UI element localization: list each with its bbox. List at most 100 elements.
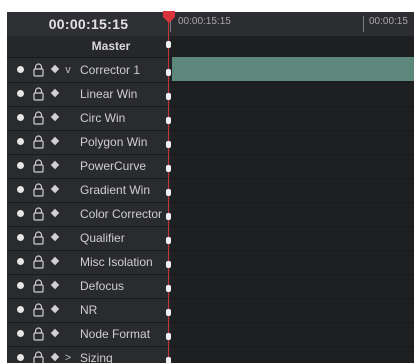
track-row[interactable]: NR — [7, 298, 170, 323]
keyframe-marker[interactable] — [166, 165, 171, 172]
enable-dot-icon[interactable] — [17, 186, 24, 193]
track-row[interactable]: Color Corrector — [7, 202, 170, 227]
keyframe-track-row[interactable] — [170, 298, 414, 323]
keyframe-marker[interactable] — [166, 41, 171, 48]
track-row[interactable]: Linear Win — [7, 82, 170, 107]
lock-icon[interactable] — [32, 279, 45, 293]
keyframe-track-row[interactable] — [170, 106, 414, 131]
lock-icon[interactable] — [32, 111, 45, 125]
keyframe-diamond-icon[interactable] — [50, 232, 60, 242]
lock-icon[interactable] — [32, 327, 45, 341]
expand-chevron-icon[interactable] — [63, 157, 73, 175]
current-timecode[interactable]: 00:00:15:15 — [7, 12, 170, 36]
enable-dot-icon[interactable] — [17, 306, 24, 313]
keyframe-marker[interactable] — [166, 117, 171, 124]
expand-chevron-icon[interactable] — [63, 181, 73, 199]
track-row[interactable]: v Corrector 1 — [7, 58, 170, 83]
track-label: Defocus — [80, 279, 125, 293]
track-label: Gradient Win — [80, 183, 151, 197]
keyframe-marker[interactable] — [166, 285, 171, 292]
keyframe-diamond-icon[interactable] — [50, 304, 60, 314]
track-row[interactable]: Misc Isolation — [7, 250, 170, 275]
lock-icon[interactable] — [32, 351, 45, 363]
expand-chevron-icon[interactable] — [63, 325, 73, 343]
ruler-tick — [363, 16, 364, 32]
keyframe-marker[interactable] — [166, 189, 171, 196]
expand-chevron-icon[interactable] — [63, 205, 73, 223]
enable-dot-icon[interactable] — [17, 138, 24, 145]
lock-icon[interactable] — [32, 183, 45, 197]
lock-icon[interactable] — [32, 87, 45, 101]
expand-chevron-icon[interactable] — [63, 133, 73, 151]
track-row[interactable]: Defocus — [7, 274, 170, 299]
keyframe-marker[interactable] — [166, 333, 171, 340]
enable-dot-icon[interactable] — [17, 114, 24, 121]
corrector-clip[interactable] — [172, 57, 414, 81]
keyframe-marker[interactable] — [166, 69, 171, 76]
enable-dot-icon[interactable] — [17, 258, 24, 265]
expand-chevron-icon[interactable] — [63, 277, 73, 295]
lock-icon[interactable] — [32, 303, 45, 317]
enable-dot-icon[interactable] — [17, 210, 24, 217]
expand-chevron-icon[interactable]: > — [63, 349, 73, 363]
track-row[interactable]: PowerCurve — [7, 154, 170, 179]
enable-dot-icon[interactable] — [17, 90, 24, 97]
keyframe-marker[interactable] — [166, 141, 171, 148]
keyframe-track-area[interactable] — [170, 36, 414, 363]
lock-icon[interactable] — [32, 231, 45, 245]
keyframe-diamond-icon[interactable] — [50, 256, 60, 266]
track-row[interactable]: Gradient Win — [7, 178, 170, 203]
keyframe-diamond-icon[interactable] — [50, 88, 60, 98]
expand-chevron-icon[interactable] — [63, 109, 73, 127]
playhead-handle[interactable] — [162, 10, 176, 29]
master-track-row[interactable]: Master — [7, 36, 170, 58]
keyframe-track-row[interactable] — [170, 130, 414, 155]
keyframe-marker[interactable] — [166, 261, 171, 268]
keyframe-diamond-icon[interactable] — [50, 64, 60, 74]
keyframe-track-row[interactable] — [170, 178, 414, 203]
expand-chevron-icon[interactable] — [63, 301, 73, 319]
track-row[interactable]: Circ Win — [7, 106, 170, 131]
keyframe-track-row[interactable] — [170, 322, 414, 347]
keyframe-marker[interactable] — [166, 93, 171, 100]
track-row[interactable]: Qualifier — [7, 226, 170, 251]
keyframe-track-row[interactable] — [170, 202, 414, 227]
lock-icon[interactable] — [32, 255, 45, 269]
keyframe-diamond-icon[interactable] — [50, 208, 60, 218]
keyframe-diamond-icon[interactable] — [50, 136, 60, 146]
track-row[interactable]: Polygon Win — [7, 130, 170, 155]
expand-chevron-icon[interactable]: v — [63, 61, 73, 79]
lock-icon[interactable] — [32, 159, 45, 173]
timeline-ruler[interactable]: 00:00:15:15 00:00:15 — [170, 12, 414, 37]
keyframe-track-row[interactable] — [170, 346, 414, 363]
keyframe-track-row[interactable] — [170, 250, 414, 275]
enable-dot-icon[interactable] — [17, 234, 24, 241]
enable-dot-icon[interactable] — [17, 66, 24, 73]
enable-dot-icon[interactable] — [17, 330, 24, 337]
keyframe-diamond-icon[interactable] — [50, 112, 60, 122]
expand-chevron-icon[interactable] — [63, 85, 73, 103]
keyframe-marker[interactable] — [166, 237, 171, 244]
keyframe-marker[interactable] — [166, 309, 171, 316]
track-label: Corrector 1 — [80, 63, 141, 77]
keyframe-track-row[interactable] — [170, 82, 414, 107]
expand-chevron-icon[interactable] — [63, 253, 73, 271]
keyframe-track-row[interactable] — [170, 226, 414, 251]
enable-dot-icon[interactable] — [17, 354, 24, 361]
keyframe-marker[interactable] — [166, 213, 171, 220]
track-row[interactable]: > Sizing — [7, 346, 170, 363]
lock-icon[interactable] — [32, 135, 45, 149]
keyframe-diamond-icon[interactable] — [50, 184, 60, 194]
enable-dot-icon[interactable] — [17, 282, 24, 289]
keyframe-diamond-icon[interactable] — [50, 328, 60, 338]
keyframe-track-row[interactable] — [170, 274, 414, 299]
enable-dot-icon[interactable] — [17, 162, 24, 169]
lock-icon[interactable] — [32, 207, 45, 221]
track-row[interactable]: Node Format — [7, 322, 170, 347]
keyframe-diamond-icon[interactable] — [50, 160, 60, 170]
expand-chevron-icon[interactable] — [63, 229, 73, 247]
keyframe-diamond-icon[interactable] — [50, 352, 60, 362]
lock-icon[interactable] — [32, 63, 45, 77]
keyframe-diamond-icon[interactable] — [50, 280, 60, 290]
keyframe-track-row[interactable] — [170, 154, 414, 179]
